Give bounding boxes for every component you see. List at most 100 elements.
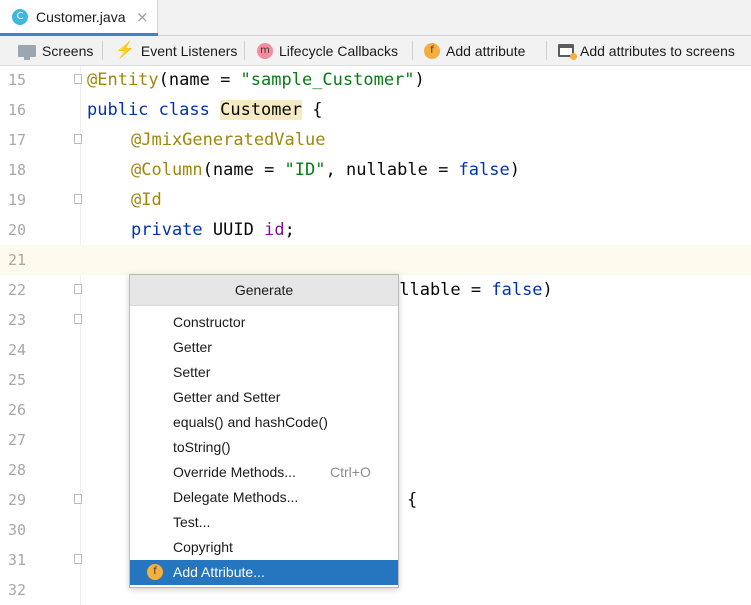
line-number: 30 (7, 521, 26, 539)
fold-icon[interactable] (74, 74, 82, 84)
tab-label: Customer.java (36, 9, 126, 25)
close-icon[interactable]: × (136, 8, 149, 26)
keyword: private (131, 220, 203, 240)
code-token: ) (414, 70, 425, 90)
line-number: 21 (7, 251, 26, 269)
code-line: 16 public class Customer { (0, 95, 751, 125)
menu-item-label: Getter and Setter (173, 389, 281, 405)
fold-icon[interactable] (74, 494, 82, 504)
menu-item-getter-and-setter[interactable]: Getter and Setter (130, 385, 398, 410)
toolbar-label: Add attributes to screens (580, 42, 735, 59)
code-text: @Id (131, 185, 162, 215)
menu-item-tostring[interactable]: toString() (130, 435, 398, 460)
toolbar-lifecycle-callbacks-button[interactable]: m Lifecycle Callbacks (257, 36, 398, 65)
code-line: 17 @JmixGeneratedValue (0, 125, 751, 155)
menu-item-shortcut: Ctrl+O (330, 464, 371, 480)
toolbar-label: Lifecycle Callbacks (279, 42, 399, 59)
jmix-toolbar: Screens ⚡ Event Listeners m Lifecycle Ca… (0, 36, 751, 66)
toolbar-label: Add attribute (446, 42, 526, 59)
code-token: ullable = (389, 280, 492, 300)
method-icon: m (257, 42, 273, 59)
line-number: 29 (7, 491, 26, 509)
code-text: { (407, 485, 417, 515)
annotation: @Entity (87, 70, 159, 90)
line-number: 19 (7, 191, 26, 209)
menu-item-label: Test... (173, 514, 211, 530)
code-token: ) (509, 160, 520, 180)
menu-item-delegate-methods[interactable]: Delegate Methods... (130, 485, 398, 510)
toolbar-separator (412, 41, 413, 60)
toolbar-event-listeners-button[interactable]: ⚡ Event Listeners (115, 36, 237, 65)
screen-attribute-icon (558, 44, 577, 60)
code-token: { (407, 490, 418, 510)
generate-popup: Generate Constructor Getter Setter Gette… (129, 274, 399, 588)
code-line-current: 21 (0, 245, 751, 275)
line-number: 31 (7, 551, 26, 569)
code-line: 20 private UUID id; (0, 215, 751, 245)
menu-item-label: equals() and hashCode() (173, 414, 328, 430)
line-number: 17 (7, 131, 26, 149)
menu-item-equals-hashcode[interactable]: equals() and hashCode() (130, 410, 398, 435)
string-literal: "sample_Customer" (240, 70, 415, 90)
field-icon: f (424, 42, 440, 59)
code-token: ) (542, 280, 553, 300)
keyword: class (158, 100, 210, 120)
toolbar-separator (546, 41, 547, 60)
line-number: 18 (7, 161, 26, 179)
menu-item-override-methods[interactable]: Override Methods... Ctrl+O (130, 460, 398, 485)
line-number: 23 (7, 311, 26, 329)
fold-icon[interactable] (74, 194, 82, 204)
code-line: 19 @Id (0, 185, 751, 215)
class-icon: C (12, 9, 28, 25)
code-text: public class Customer { (87, 95, 323, 125)
tab-customer-java[interactable]: C Customer.java × (0, 0, 158, 36)
line-number: 20 (7, 221, 26, 239)
menu-item-constructor[interactable]: Constructor (130, 310, 398, 335)
menu-item-label: Getter (173, 339, 212, 355)
code-text: private UUID id; (131, 215, 295, 245)
menu-item-add-attribute[interactable]: f Add Attribute... (130, 560, 398, 585)
popup-title: Generate (130, 275, 398, 306)
line-number: 27 (7, 431, 26, 449)
toolbar-screens-button[interactable]: Screens (18, 36, 93, 65)
toolbar-separator (102, 41, 103, 60)
field-icon: f (147, 564, 163, 580)
class-name: Customer (220, 100, 302, 120)
menu-item-copyright[interactable]: Copyright (130, 535, 398, 560)
fold-icon[interactable] (74, 314, 82, 324)
fold-icon[interactable] (74, 134, 82, 144)
code-text: @Entity(name = "sample_Customer") (87, 65, 425, 95)
annotation: @Id (131, 190, 162, 210)
toolbar-add-attributes-to-screens-button[interactable]: Add attributes to screens (558, 36, 735, 65)
keyword: public (87, 100, 149, 120)
line-number: 16 (7, 101, 26, 119)
menu-item-label: Setter (173, 364, 211, 380)
annotation: @JmixGeneratedValue (131, 130, 326, 150)
line-number: 22 (7, 281, 26, 299)
keyword: false (491, 280, 543, 300)
menu-item-test[interactable]: Test... (130, 510, 398, 535)
code-line: 18 @Column(name = "ID", nullable = false… (0, 155, 751, 185)
lightning-icon: ⚡ (115, 41, 135, 59)
toolbar-add-attribute-button[interactable]: f Add attribute (424, 36, 525, 65)
code-token: ; (284, 220, 295, 240)
menu-item-label: Add Attribute... (173, 564, 265, 580)
screens-icon (18, 44, 36, 60)
line-number: 26 (7, 401, 26, 419)
code-token: { (312, 100, 323, 120)
menu-item-setter[interactable]: Setter (130, 360, 398, 385)
code-token: (name = (202, 160, 285, 180)
fold-icon[interactable] (74, 554, 82, 564)
menu-item-getter[interactable]: Getter (130, 335, 398, 360)
code-token: , nullable = (325, 160, 459, 180)
editor-tab-bar: C Customer.java × (0, 0, 751, 36)
line-number: 25 (7, 371, 26, 389)
code-text: ullable = false) (389, 275, 553, 305)
fold-icon[interactable] (74, 284, 82, 294)
string-literal: "ID" (284, 160, 326, 180)
toolbar-label: Event Listeners (140, 42, 238, 59)
keyword: false (458, 160, 510, 180)
toolbar-separator (244, 41, 245, 60)
line-number: 24 (7, 341, 26, 359)
field-name: id (264, 220, 285, 240)
